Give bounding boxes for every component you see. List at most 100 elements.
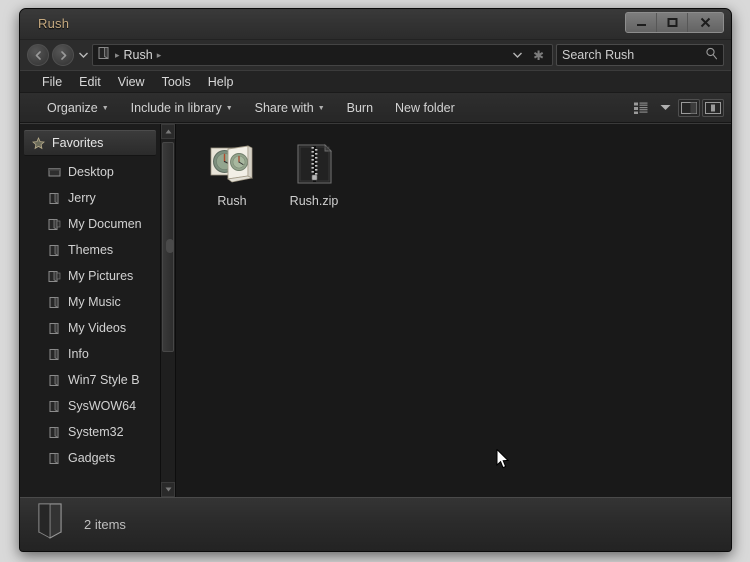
refresh-button[interactable]: ✱	[529, 49, 548, 62]
share-with-label: Share with	[254, 100, 314, 115]
sidebar-item-label: Win7 Style B	[68, 373, 140, 387]
scrollbar-thumb[interactable]	[162, 142, 174, 352]
minimize-button[interactable]	[626, 13, 657, 32]
menu-bar: File Edit View Tools Help	[20, 70, 731, 93]
breadcrumb-root-icon[interactable]	[97, 46, 111, 65]
file-item-rush[interactable]: Rush	[194, 138, 270, 208]
maximize-icon	[667, 18, 677, 27]
sidebar-list: Favorites Desktop Jerry My Documen Theme…	[20, 124, 160, 497]
folder-icon	[48, 426, 61, 439]
organize-label: Organize	[47, 100, 98, 115]
preview-pane-button[interactable]	[677, 97, 701, 118]
menu-item-view[interactable]: View	[118, 75, 145, 89]
explorer-window: Rush ▸ Rush ▸ ✱ Search Rush File Edit Vi…	[19, 8, 732, 552]
chevron-down-icon: ▼	[101, 105, 109, 112]
breadcrumb-separator-trailing[interactable]: ▸	[157, 50, 162, 61]
burn-button[interactable]: Burn	[336, 98, 384, 118]
view-mode-button[interactable]	[629, 97, 653, 118]
include-in-library-label: Include in library	[130, 100, 222, 115]
sidebar-item-my-pictures[interactable]: My Pictures	[20, 263, 160, 289]
window-title: Rush	[38, 16, 70, 31]
sidebar-item-label: My Music	[68, 295, 121, 309]
desktop-icon	[48, 166, 61, 179]
menu-item-tools[interactable]: Tools	[162, 75, 191, 89]
sidebar-item-win7-style-builder[interactable]: Win7 Style B	[20, 367, 160, 393]
command-toolbar: Organize ▼ Include in library ▼ Share wi…	[20, 93, 731, 123]
search-icon	[705, 47, 718, 63]
recent-pages-button[interactable]	[77, 51, 89, 60]
sidebar-item-my-music[interactable]: My Music	[20, 289, 160, 315]
share-with-button[interactable]: Share with ▼	[244, 98, 336, 118]
menu-item-help[interactable]: Help	[208, 75, 234, 89]
close-button[interactable]	[688, 13, 723, 32]
chevron-down-icon: ▼	[317, 105, 325, 112]
file-item-label: Rush.zip	[289, 194, 339, 208]
folder-icon	[48, 322, 61, 335]
documents-folder-icon	[48, 218, 61, 231]
sidebar-item-my-videos[interactable]: My Videos	[20, 315, 160, 341]
view-mode-dropdown[interactable]	[653, 97, 677, 118]
minimize-icon	[636, 24, 646, 26]
sidebar-item-label: System32	[68, 425, 124, 439]
breadcrumb-separator: ▸	[115, 49, 120, 60]
sidebar-item-label: Info	[68, 347, 89, 361]
search-input-value[interactable]: Search Rush	[562, 48, 705, 62]
sidebar-item-info[interactable]: Info	[20, 341, 160, 367]
file-item-rush-zip[interactable]: Rush.zip	[276, 138, 352, 208]
menu-item-edit[interactable]: Edit	[79, 75, 101, 89]
sidebar-item-label: Gadgets	[68, 451, 116, 465]
close-icon	[700, 17, 711, 28]
chevron-down-icon: ▼	[225, 105, 233, 112]
maximize-button[interactable]	[657, 13, 688, 32]
sidebar-item-my-documents[interactable]: My Documen	[20, 211, 160, 237]
scrollbar-grip	[166, 239, 174, 253]
status-folder-icon	[36, 502, 70, 547]
sidebar-scrollbar[interactable]	[160, 124, 175, 497]
sidebar-item-gadgets[interactable]: Gadgets	[20, 445, 160, 471]
details-pane-button[interactable]	[701, 97, 725, 118]
menu-item-file[interactable]: File	[42, 75, 62, 89]
folder-icon	[48, 296, 61, 309]
sidebar-item-favorites[interactable]: Favorites	[24, 130, 156, 156]
sidebar-item-jerry[interactable]: Jerry	[20, 185, 160, 211]
star-icon	[32, 136, 45, 150]
organize-button[interactable]: Organize ▼	[36, 98, 120, 118]
folder-icon	[48, 400, 61, 413]
forward-arrow-icon	[60, 50, 66, 60]
forward-button[interactable]	[52, 44, 74, 66]
folder-icon	[48, 374, 61, 387]
window-body: Favorites Desktop Jerry My Documen Theme…	[20, 123, 731, 497]
chevron-down-icon	[165, 487, 171, 492]
sidebar-item-desktop[interactable]: Desktop	[20, 159, 160, 185]
burn-label: Burn	[346, 100, 374, 115]
file-list-view[interactable]: Rush Rush.zip	[176, 124, 731, 497]
breadcrumb-item-rush[interactable]: Rush	[124, 48, 153, 62]
title-bar[interactable]: Rush	[20, 9, 731, 40]
chevron-down-icon	[660, 105, 670, 110]
preview-pane-icon	[678, 98, 700, 117]
breadcrumb[interactable]: ▸ Rush ▸ ✱	[92, 44, 553, 66]
scroll-down-button[interactable]	[161, 482, 175, 497]
details-pane-icon	[702, 98, 724, 117]
sidebar-item-system32[interactable]: System32	[20, 419, 160, 445]
sidebar-item-label: My Pictures	[68, 269, 134, 283]
include-in-library-button[interactable]: Include in library ▼	[120, 98, 244, 118]
view-list-icon	[634, 102, 648, 114]
chevron-down-icon	[78, 52, 88, 58]
zip-archive-icon	[290, 140, 338, 188]
folder-icon	[48, 244, 61, 257]
address-dropdown-button[interactable]	[510, 51, 525, 60]
status-bar: 2 items	[20, 497, 731, 551]
back-arrow-icon	[35, 50, 41, 60]
sidebar-item-label: Desktop	[68, 165, 114, 179]
back-button[interactable]	[27, 44, 49, 66]
search-input[interactable]: Search Rush	[556, 44, 724, 66]
sidebar-item-label: My Videos	[68, 321, 127, 335]
pictures-folder-icon	[48, 270, 61, 283]
sidebar-item-label: Favorites	[52, 136, 104, 150]
scroll-up-button[interactable]	[161, 124, 175, 139]
folder-icon	[48, 192, 61, 205]
sidebar-item-themes[interactable]: Themes	[20, 237, 160, 263]
sidebar-item-syswow64[interactable]: SysWOW64	[20, 393, 160, 419]
new-folder-button[interactable]: New folder	[384, 98, 466, 118]
